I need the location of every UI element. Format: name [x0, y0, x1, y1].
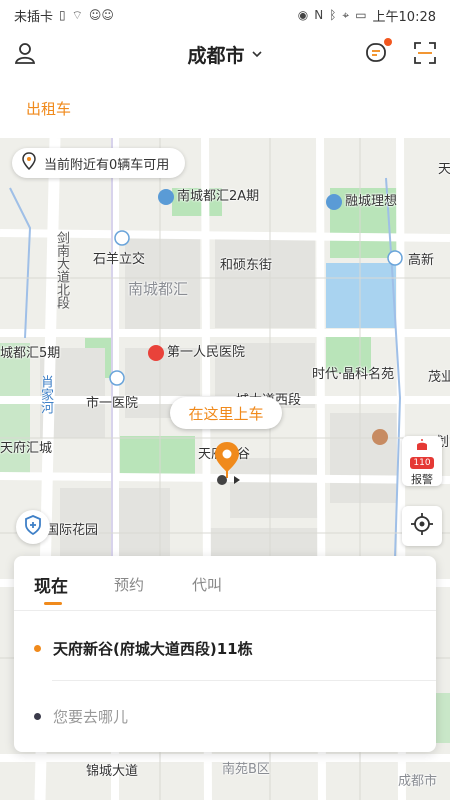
map-label: 市一医院 — [86, 396, 139, 411]
unread-dot — [384, 38, 392, 46]
tab-call-for-others[interactable]: 代叫 — [192, 574, 222, 595]
pickup-location-row[interactable]: 天府新谷(府城大道西段)11栋 — [14, 618, 436, 678]
pickup-location-text: 天府新谷(府城大道西段)11栋 — [53, 639, 253, 658]
scan-icon[interactable] — [412, 40, 438, 66]
map-label: 成都市 — [398, 774, 438, 789]
chevron-down-icon — [251, 43, 263, 65]
tab-now[interactable]: 现在 — [34, 572, 68, 597]
map-label: 茂业 — [428, 370, 450, 385]
alarm-badge: 110 — [410, 456, 434, 469]
pickup-tooltip[interactable]: 在这里上车 — [170, 397, 282, 429]
user-icon[interactable] — [12, 40, 38, 66]
locate-button[interactable] — [402, 506, 442, 546]
message-icon[interactable] — [364, 38, 392, 66]
map-label: 国际花园 — [46, 523, 99, 538]
map-label: 和硕东街 — [220, 258, 273, 273]
notification-icons: ☺☺ — [88, 8, 114, 22]
museum-icon — [372, 429, 388, 445]
crosshair-icon — [411, 513, 433, 539]
pickup-dot-icon — [34, 644, 41, 652]
tab-reserve[interactable]: 预约 — [114, 574, 144, 595]
safety-button[interactable] — [16, 510, 50, 544]
wifi-icon: ⌔ — [71, 7, 83, 22]
active-tab-indicator — [44, 602, 62, 605]
availability-text: 当前附近有0辆车可用 — [44, 157, 170, 173]
nfc-icon: N — [314, 8, 324, 22]
battery-icon: ▭ — [355, 8, 367, 22]
map-label: 南城都汇 — [128, 280, 189, 298]
alarm-button[interactable]: 110 报警 — [402, 436, 442, 486]
map-label: 城都汇5期 — [0, 346, 61, 361]
booking-tabs: 现在 预约 代叫 — [14, 556, 436, 610]
pickup-pin-icon — [212, 440, 242, 486]
map-label: 锦城大道 — [86, 764, 139, 779]
map-label: 第一人民医院 — [148, 341, 245, 361]
booking-card: 现在 预约 代叫 天府新谷(府城大道西段)11栋 您要去哪儿 — [14, 556, 436, 752]
destination-input[interactable]: 您要去哪儿 — [14, 686, 436, 746]
city-selector[interactable]: 成都市 — [187, 41, 262, 68]
map-label: 天府汇城 — [0, 441, 53, 456]
map-label: 南城都汇2A期 — [158, 185, 259, 205]
map-label: 剑南大道北段 — [54, 231, 69, 309]
location-icon: ⌖ — [342, 7, 350, 22]
service-tabs: 出租车 — [0, 78, 450, 138]
alarm-label: 报警 — [411, 472, 433, 486]
map-label: 时代·晶科名苑 — [312, 367, 395, 382]
location-pin-icon — [22, 152, 36, 174]
status-bar: 未插卡 ▯ ⌔ ☺☺ ◉ N ᛒ ⌖ ▭ 上午10:28 — [0, 0, 450, 30]
map-label — [372, 429, 391, 445]
divider — [52, 680, 436, 681]
building-icon — [158, 188, 174, 205]
sim-icon: ▯ — [59, 8, 66, 22]
building-icon — [326, 193, 342, 210]
eye-icon: ◉ — [297, 8, 309, 22]
shield-icon — [24, 515, 42, 539]
divider — [14, 610, 436, 611]
siren-icon — [413, 436, 431, 455]
bluetooth-icon: ᛒ — [329, 8, 337, 22]
destination-placeholder: 您要去哪儿 — [53, 707, 129, 726]
map-label: 高新 — [408, 253, 435, 268]
map-label: 融城理想 — [326, 190, 397, 210]
app-header: 成都市 — [0, 30, 450, 78]
map-label: 天 — [438, 162, 450, 177]
tab-taxi[interactable]: 出租车 — [26, 98, 71, 119]
availability-banner: 当前附近有0辆车可用 — [12, 148, 186, 178]
destination-dot-icon — [34, 712, 41, 720]
map-label: 南苑B区 — [222, 762, 270, 777]
map-label: 石羊立交 — [93, 252, 146, 267]
hospital-icon — [148, 344, 164, 361]
map-label: 肖家河 — [38, 375, 53, 414]
city-name: 成都市 — [187, 44, 245, 67]
carrier-text: 未插卡 — [14, 9, 54, 25]
status-time: 上午10:28 — [372, 9, 436, 25]
